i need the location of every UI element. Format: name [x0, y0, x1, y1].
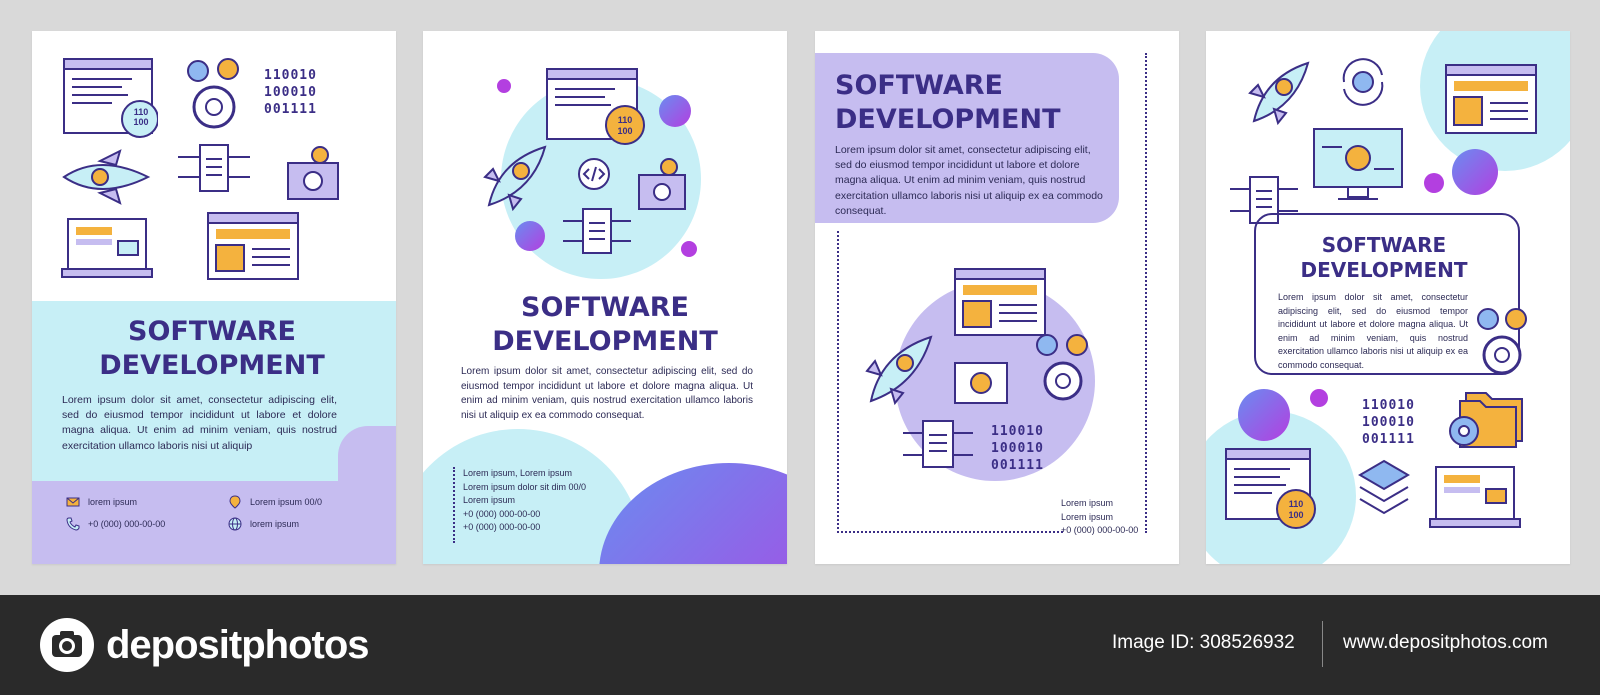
gradient-dot	[1238, 389, 1290, 441]
binary-block: 110010 100010 001111	[1362, 398, 1415, 447]
brand-logo[interactable]: depositphotos	[40, 617, 370, 673]
gradient-dot	[659, 95, 691, 127]
laptop-icon	[1428, 463, 1522, 533]
gradient-dot	[1424, 173, 1444, 193]
brochure-body-text: Lorem ipsum dolor sit amet, consectetur …	[835, 144, 1103, 217]
camera-icon	[40, 618, 94, 672]
contact-location-text: Lorem ipsum 00/0	[250, 497, 323, 507]
contact-location: Lorem ipsum 00/0	[228, 495, 322, 509]
document-network-icon	[561, 203, 633, 271]
gears-icon	[184, 57, 250, 133]
settings-box-icon	[280, 143, 346, 203]
rocket-icon	[60, 149, 156, 205]
preview-stage: 110 100 110010 100010 001111 SOFTWARE DE…	[0, 0, 1600, 595]
watermark-footer: depositphotos Image ID: 308526932 www.de…	[0, 595, 1600, 695]
contact-phone-text: +0 (000) 000-00-00	[88, 519, 166, 529]
folder-gear-icon	[1446, 385, 1526, 449]
document-network-icon	[901, 415, 975, 485]
laptop-icon	[60, 215, 154, 281]
brochure-title: SOFTWARE DEVELOPMENT	[492, 292, 718, 357]
browser-tools-icon	[1444, 63, 1538, 135]
contact-email: lorem ipsum	[66, 495, 137, 509]
brochure-2: 110 100 SOFTWARE DEVELOPMENT Lorem ipsum…	[423, 31, 787, 564]
contact-block: Lorem ipsum Lorem ipsum +0 (000) 000-00-…	[1061, 498, 1139, 535]
location-pin-icon	[229, 495, 241, 509]
binary-block: 110010 100010 001111	[991, 424, 1044, 473]
brochure-title: SOFTWARE DEVELOPMENT	[835, 70, 1061, 135]
contact-web: lorem ipsum	[228, 517, 299, 531]
browser-tools-icon	[206, 211, 300, 281]
dotted-border-left	[837, 231, 839, 533]
dotted-border-right	[1145, 53, 1147, 533]
image-id: Image ID: 308526932	[1112, 632, 1295, 653]
layers-icon	[1356, 457, 1412, 521]
brochure-body-text: Lorem ipsum dolor sit amet, consectetur …	[461, 366, 753, 421]
brochure-body-text: Lorem ipsum dolor sit amet, consectetur …	[62, 394, 337, 452]
brochure-4: SOFTWARE DEVELOPMENT Lorem ipsum dolor si…	[1206, 31, 1570, 564]
brochure-body-text: Lorem ipsum dolor sit amet, consectetur …	[1278, 292, 1468, 370]
contact-web-text: lorem ipsum	[250, 519, 300, 529]
gradient-dot	[515, 221, 545, 251]
sync-gear-icon	[1336, 55, 1390, 109]
phone-icon	[66, 517, 80, 531]
brochure-title: SOFTWARE DEVELOPMENT	[99, 316, 325, 381]
gears-icon	[1474, 305, 1530, 377]
code-tag-icon	[577, 157, 611, 191]
brand-name: depositphotos	[106, 622, 370, 667]
contact-block: Lorem ipsum, Lorem ipsum Lorem ipsum dol…	[463, 468, 587, 532]
binary-badge: 110 100	[605, 105, 645, 145]
binary-badge: 110 100	[1276, 489, 1316, 529]
binary-block: 110010 100010 001111	[264, 68, 317, 117]
globe-icon	[228, 517, 242, 531]
contact-email-text: lorem ipsum	[88, 497, 138, 507]
monitor-icon	[1312, 127, 1404, 203]
footer-divider	[1322, 621, 1323, 667]
browser-tools-icon	[953, 267, 1047, 337]
rocket-icon	[1246, 57, 1314, 127]
gradient-dot	[497, 79, 511, 93]
site-link[interactable]: www.depositphotos.com	[1343, 632, 1548, 654]
gradient-dot	[1452, 149, 1498, 195]
rocket-icon	[479, 141, 555, 211]
dotted-border-bottom	[837, 531, 1063, 533]
lavender-corner	[338, 426, 396, 486]
brochure-title: SOFTWARE DEVELOPMENT	[1300, 233, 1468, 282]
gradient-dot	[1310, 389, 1328, 407]
settings-box-icon	[947, 349, 1015, 405]
envelope-icon	[66, 497, 80, 507]
badge-text: 110 100	[133, 107, 149, 127]
brochure-3: SOFTWARE DEVELOPMENT Lorem ipsum dolor si…	[815, 31, 1179, 564]
dotted-divider	[453, 467, 455, 543]
document-network-icon	[174, 137, 254, 203]
gradient-circle	[599, 463, 787, 564]
rocket-icon	[861, 331, 939, 407]
gradient-dot	[681, 241, 697, 257]
contact-phone: +0 (000) 000-00-00	[66, 517, 165, 531]
brochure-1: 110 100 110010 100010 001111 SOFTWARE DE…	[32, 31, 396, 564]
gears-icon	[1033, 331, 1093, 403]
settings-box-icon	[633, 157, 693, 213]
